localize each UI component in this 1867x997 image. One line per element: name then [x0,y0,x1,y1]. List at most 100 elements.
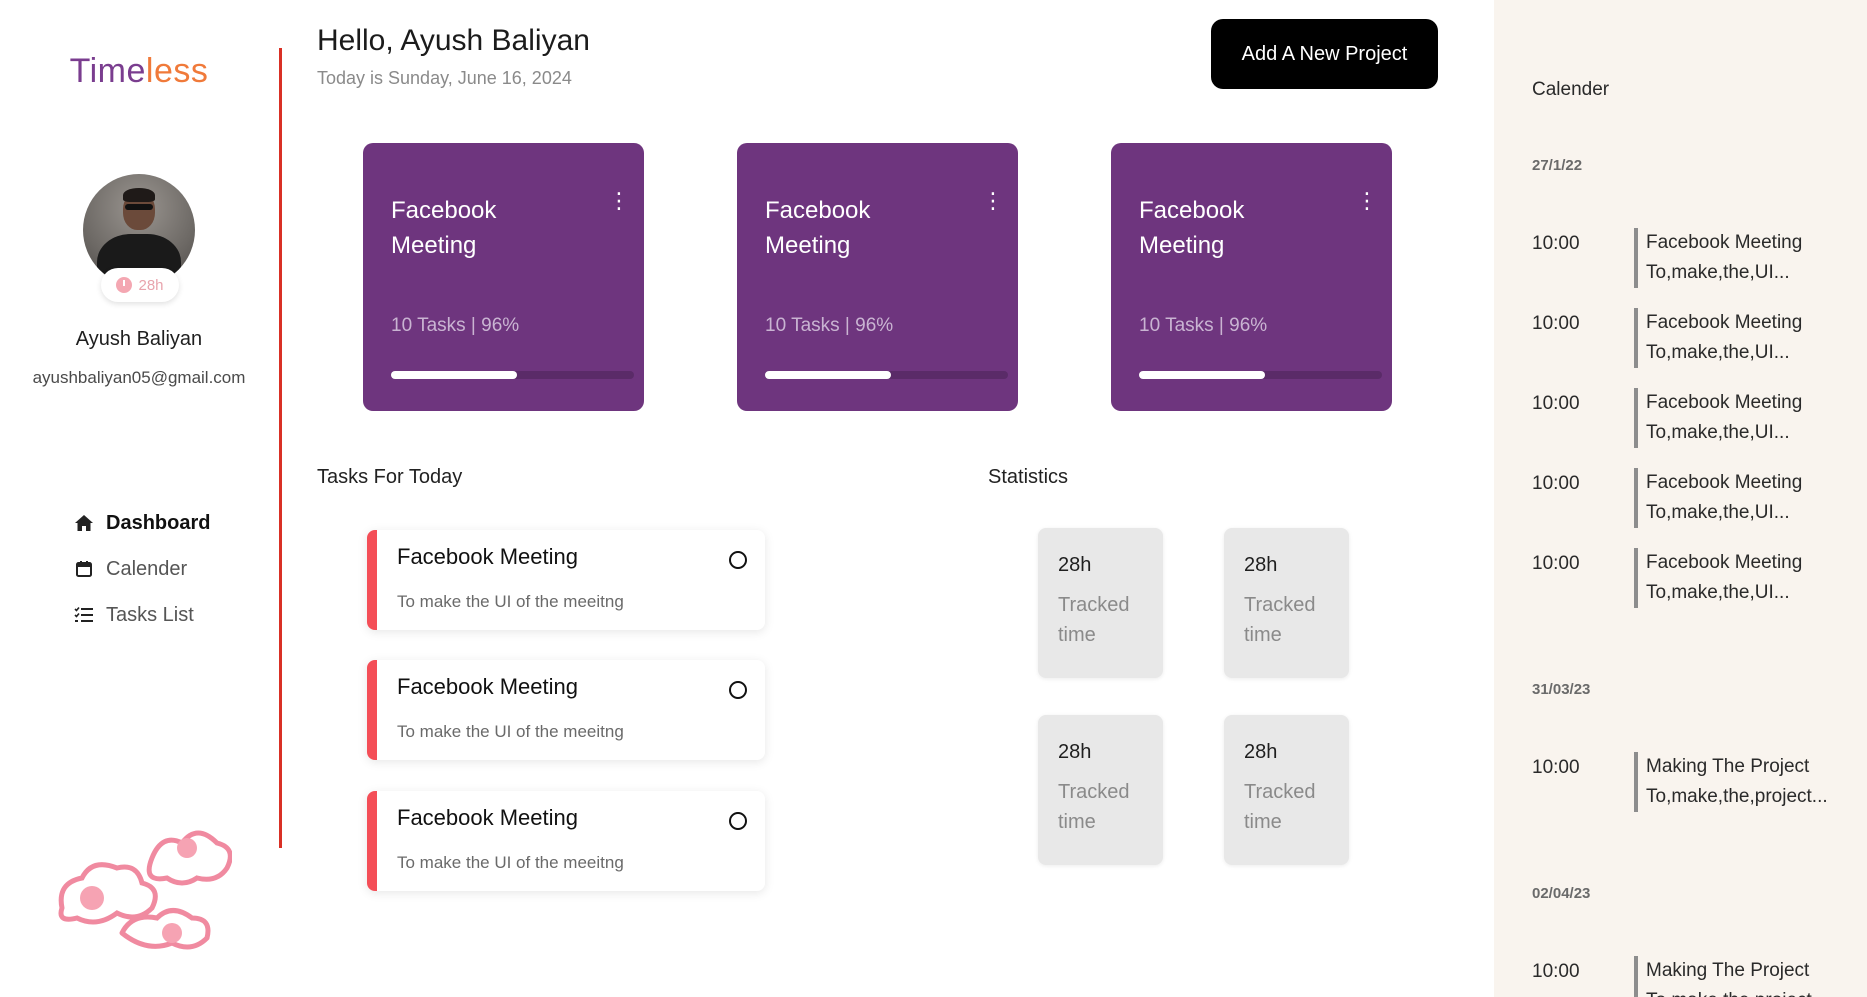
project-meta: 10 Tasks | 96% [765,315,894,336]
calendar-panel-title: Calender [1532,79,1610,100]
project-meta: 10 Tasks | 96% [1139,315,1268,336]
calendar-event[interactable]: Facebook Meeting To,make,the,UI... [1634,388,1859,448]
task-complete-checkbox[interactable] [729,812,747,830]
event-title: Making The Project [1646,756,1810,777]
project-title: Facebook Meeting [765,197,871,259]
stat-label: Tracked time [1244,781,1316,833]
calendar-event[interactable]: Making The Project To,make,the,project..… [1634,752,1859,812]
sidebar-item-calender[interactable]: Calender [74,546,210,592]
calendar-event[interactable]: Facebook Meeting To,make,the,UI... [1634,468,1859,528]
calendar-panel: Calender 27/1/22 10:00 Facebook Meeting … [1494,0,1867,997]
stat-value: 28h [1058,554,1092,576]
add-project-button[interactable]: Add A New Project [1211,19,1438,89]
project-progress-bar [765,371,1008,379]
clock-icon [116,277,133,293]
project-card[interactable]: Facebook Meeting ⋮ 10 Tasks | 96% [1111,143,1392,411]
task-card[interactable]: Facebook Meeting To make the UI of the m… [367,530,765,630]
calendar-event[interactable]: Facebook Meeting To,make,the,UI... [1634,228,1859,288]
statistics-section-title: Statistics [988,466,1069,488]
today-date: Today is Sunday, June 16, 2024 [317,68,572,88]
event-title: Facebook Meeting [1646,232,1803,253]
stat-card: 28h Tracked time [1038,528,1163,678]
event-title: Facebook Meeting [1646,552,1803,573]
calendar-event[interactable]: Facebook Meeting To,make,the,UI... [1634,308,1859,368]
task-description: To make the UI of the meeitng [397,592,624,611]
user-name: Ayush Baliyan [75,328,203,350]
event-title: Making The Project [1646,960,1810,981]
calendar-date-heading: 27/1/22 [1532,157,1583,174]
project-progress-bar [1139,371,1382,379]
task-title: Facebook Meeting [397,805,578,830]
event-description: To,make,the,project... [1646,786,1828,807]
event-time: 10:00 [1532,757,1580,778]
stat-value: 28h [1058,741,1092,763]
task-card[interactable]: Facebook Meeting To make the UI of the m… [367,660,765,760]
event-description: To,make,the,UI... [1646,582,1790,603]
event-time: 10:00 [1532,553,1580,574]
task-complete-checkbox[interactable] [729,681,747,699]
user-email: ayushbaliyan05@gmail.com [32,368,246,387]
avatar-time-chip-label: 28h [138,276,164,294]
sidebar-item-label: Tasks List [106,603,194,626]
calendar-event[interactable]: Facebook Meeting To,make,the,UI... [1634,548,1859,608]
event-time: 10:00 [1532,233,1580,254]
stat-value: 28h [1244,554,1278,576]
project-title: Facebook Meeting [391,197,497,259]
stat-label: Tracked time [1244,594,1316,646]
stat-label: Tracked time [1058,594,1130,646]
sidebar-item-tasks-list[interactable]: Tasks List [74,592,210,638]
home-icon [74,513,94,533]
task-description: To make the UI of the meeitng [397,722,624,741]
project-meta: 10 Tasks | 96% [391,315,520,336]
event-time: 10:00 [1532,473,1580,494]
event-title: Facebook Meeting [1646,312,1803,333]
event-description: To,make,the,UI... [1646,262,1790,283]
event-description: To,make,the,UI... [1646,422,1790,443]
logo-text-part1: Time [69,52,146,90]
event-time: 10:00 [1532,393,1580,414]
page-title: Hello, Ayush Baliyan [317,24,590,57]
stat-card: 28h Tracked time [1224,528,1349,678]
event-description: To,make,the,UI... [1646,502,1790,523]
logo-text-part2: less [145,52,209,90]
project-progress-fill [391,371,518,379]
tasks-section-title: Tasks For Today [317,466,463,488]
sidebar-item-label: Dashboard [106,511,211,534]
sidebar-nav: Dashboard Calender Tasks List [74,500,210,638]
task-title: Facebook Meeting [397,674,578,699]
list-icon [74,605,94,625]
event-title: Facebook Meeting [1646,472,1803,493]
sidebar-item-dashboard[interactable]: Dashboard [74,500,210,546]
event-description: To,make,the,UI... [1646,342,1790,363]
project-progress-fill [1139,371,1266,379]
more-vertical-icon[interactable]: ⋮ [608,190,630,212]
stat-card: 28h Tracked time [1224,715,1349,865]
decorative-clouds-icon [58,830,232,950]
app-logo[interactable]: Timeless [0,52,278,91]
stat-label: Tracked time [1058,781,1130,833]
event-time: 10:00 [1532,313,1580,334]
avatar-hair [123,188,155,202]
task-description: To make the UI of the meeitng [397,853,624,872]
project-progress-bar [391,371,634,379]
calendar-date-heading: 02/04/23 [1532,885,1591,902]
more-vertical-icon[interactable]: ⋮ [1356,190,1378,212]
event-description: To,make,the,project... [1646,986,1859,997]
sidebar-item-label: Calender [106,557,188,580]
project-title: Facebook Meeting [1139,197,1245,259]
more-vertical-icon[interactable]: ⋮ [982,190,1004,212]
project-card[interactable]: Facebook Meeting ⋮ 10 Tasks | 96% [363,143,644,411]
task-title: Facebook Meeting [397,544,578,569]
project-card[interactable]: Facebook Meeting ⋮ 10 Tasks | 96% [737,143,1018,411]
calendar-date-heading: 31/03/23 [1532,681,1591,698]
sidebar-divider [279,48,282,848]
event-time: 10:00 [1532,961,1580,982]
calendar-event[interactable]: Making The Project To,make,the,project..… [1634,956,1859,997]
task-complete-checkbox[interactable] [729,551,747,569]
avatar-time-chip: 28h [101,268,179,302]
task-card[interactable]: Facebook Meeting To make the UI of the m… [367,791,765,891]
project-progress-fill [765,371,892,379]
sidebar: Timeless 28h Ayush Baliyan ayushbaliyan0… [0,0,282,997]
avatar-glasses [125,204,153,210]
stat-card: 28h Tracked time [1038,715,1163,865]
